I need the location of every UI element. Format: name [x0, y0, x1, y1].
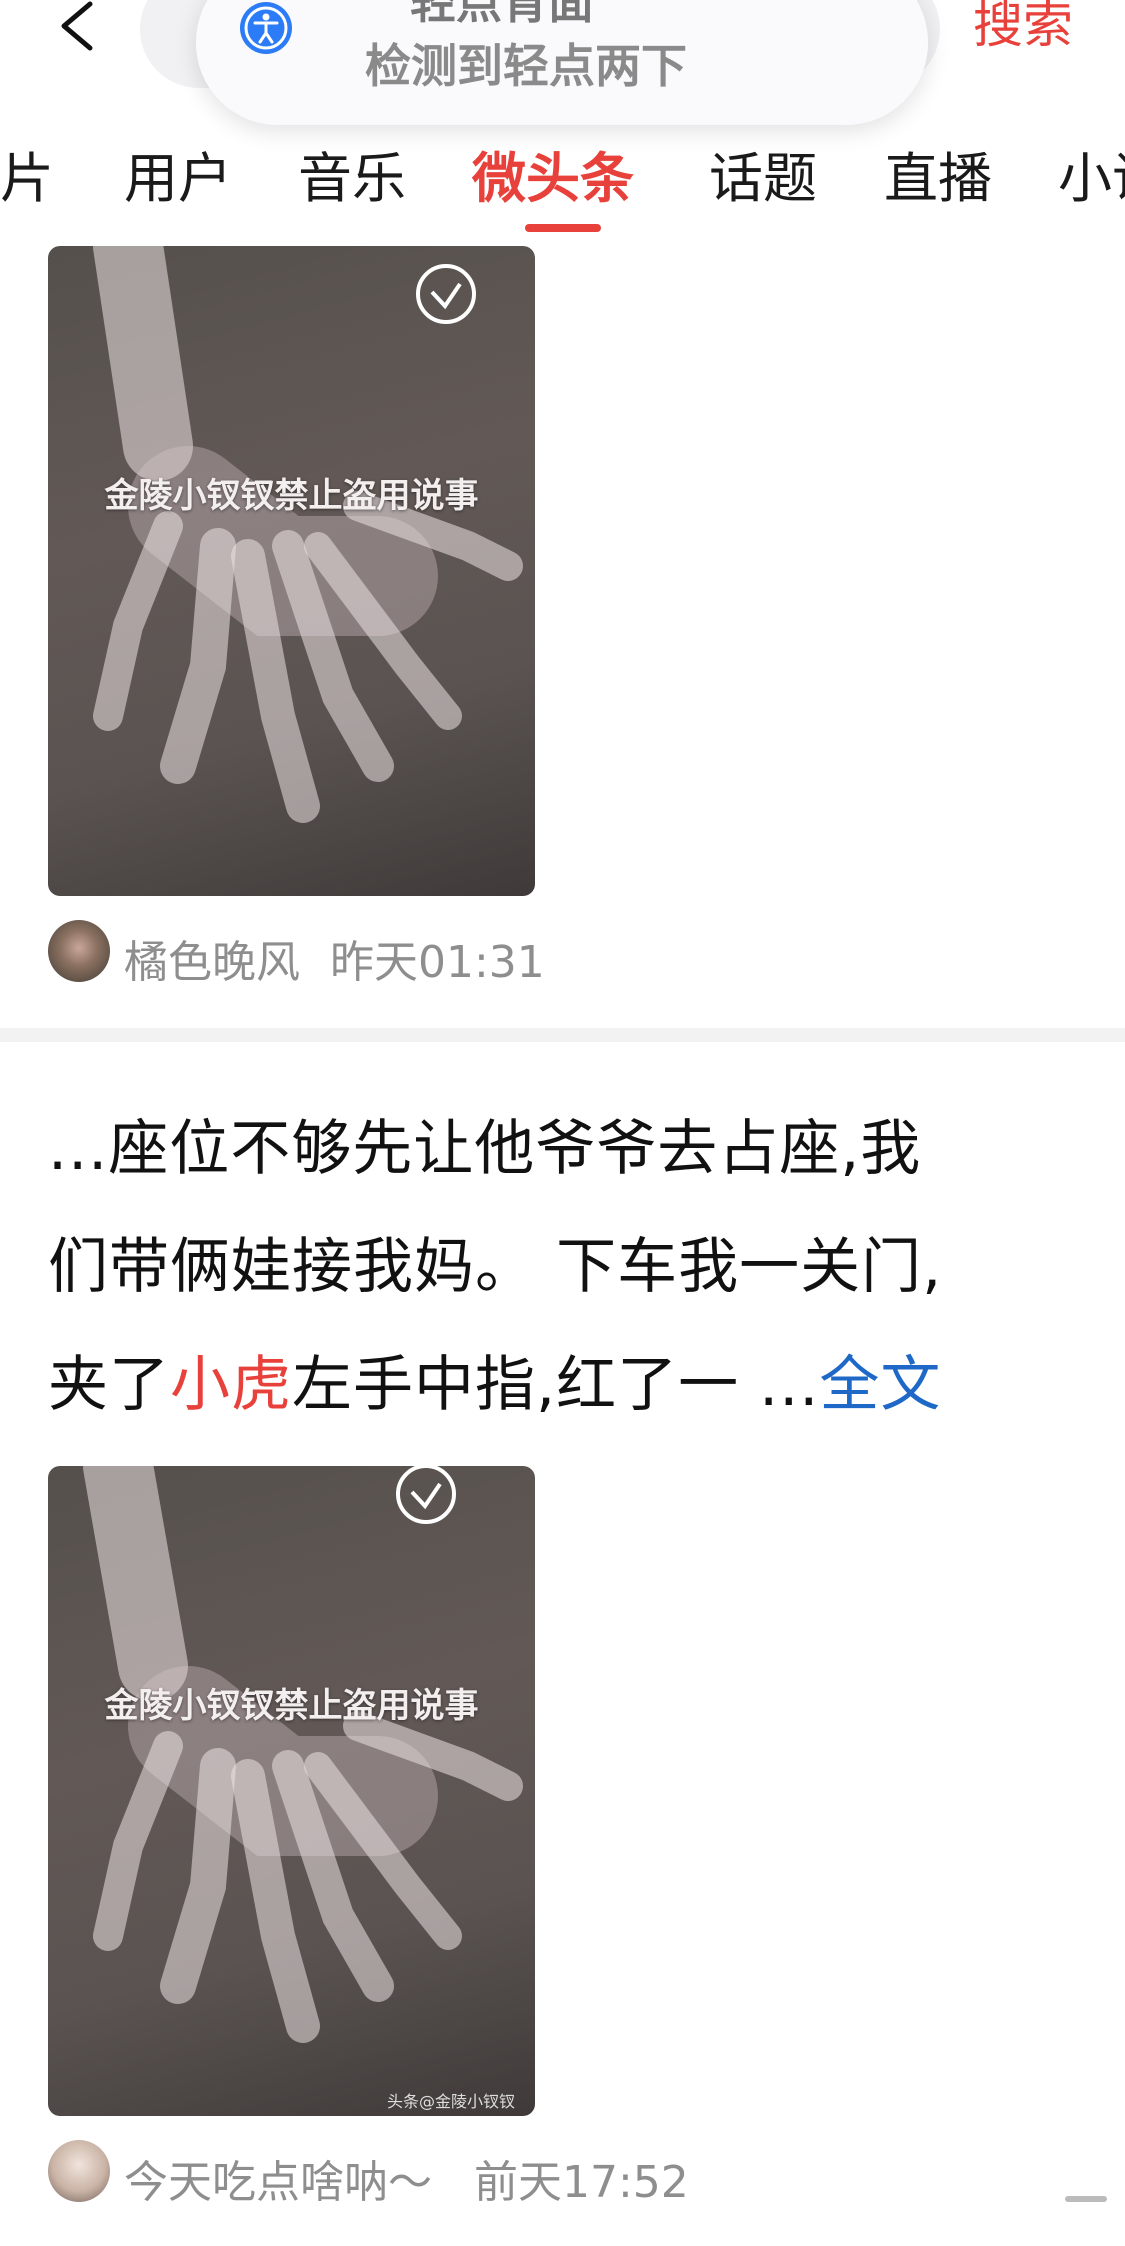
post-image[interactable]: 金陵小钗钗禁止盗用说事	[48, 246, 535, 896]
tab-images[interactable]: 图片	[0, 148, 54, 210]
post-time: 前天17:52	[474, 2157, 689, 2208]
image-credit: 头条@金陵小钗钗	[386, 2092, 515, 2111]
hand-xray-graphic	[83, 1466, 523, 2043]
author-name[interactable]: 今天吃点啥呐～	[124, 2146, 432, 2210]
scroll-indicator[interactable]	[1065, 2196, 1107, 2202]
post-divider	[0, 1028, 1125, 1042]
back-button[interactable]	[52, 0, 112, 60]
author-avatar[interactable]	[48, 2140, 110, 2202]
toast-title: 轻点背面	[410, 0, 594, 29]
post-text-line[interactable]: 夹了小虎左手中指,红了一 ...全文	[48, 1350, 941, 1420]
highlight-keyword: 小虎	[170, 1350, 292, 1420]
author-name[interactable]: 橘色晚风	[124, 926, 300, 990]
tab-topics[interactable]: 话题	[709, 148, 817, 210]
post-text-line[interactable]: 们带俩娃接我妈。 下车我一关门,	[48, 1232, 942, 1302]
tab-micro-headlines[interactable]: 微头条	[472, 148, 634, 210]
post-text-line[interactable]: ...座位不够先让他爷爷去占座,我	[48, 1114, 921, 1184]
post-text-segment: 左手中指,红了一 ...	[292, 1350, 820, 1420]
accessibility-icon	[240, 2, 292, 54]
hand-xray-graphic	[93, 246, 523, 823]
active-tab-indicator	[525, 224, 601, 232]
post-image[interactable]: 金陵小钗钗禁止盗用说事 头条@金陵小钗钗	[48, 1466, 535, 2116]
tab-novels[interactable]: 小说	[1058, 148, 1125, 210]
tab-users[interactable]: 用户	[124, 148, 232, 210]
tab-music[interactable]: 音乐	[298, 148, 406, 210]
post-text-segment: 夹了	[48, 1350, 170, 1420]
search-submit-button[interactable]: 搜索	[973, 0, 1073, 50]
toast-subtitle: 检测到轻点两下	[365, 39, 687, 93]
author-avatar[interactable]	[48, 920, 110, 982]
image-watermark: 金陵小钗钗禁止盗用说事	[104, 476, 479, 516]
chevron-left-icon	[61, 1, 93, 51]
image-watermark: 金陵小钗钗禁止盗用说事	[104, 1686, 479, 1726]
read-more-link[interactable]: 全文	[819, 1350, 941, 1420]
post-time: 昨天01:31	[330, 937, 545, 988]
tab-live[interactable]: 直播	[884, 148, 992, 210]
